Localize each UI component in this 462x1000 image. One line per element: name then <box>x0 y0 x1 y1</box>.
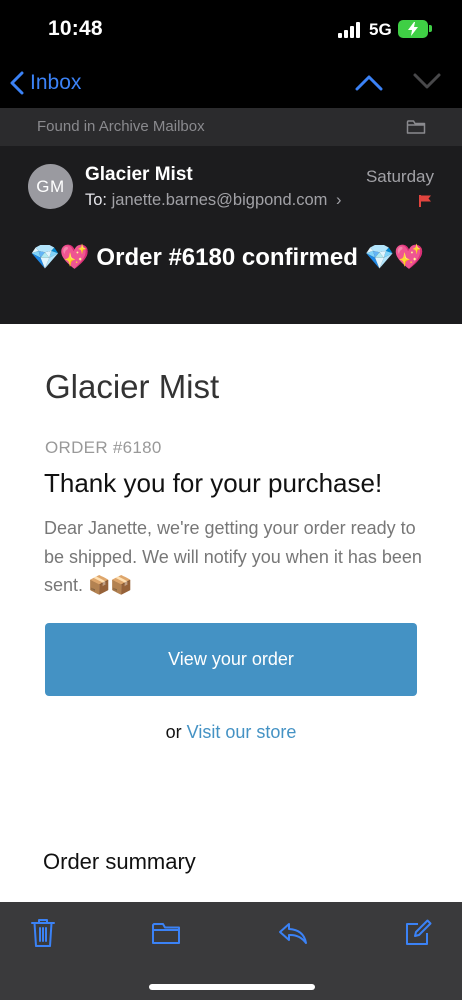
store-line: or Visit our store <box>0 722 462 743</box>
sender-name[interactable]: Glacier Mist <box>85 164 193 186</box>
order-summary-heading: Order summary <box>43 849 196 874</box>
archive-banner: Found in Archive Mailbox <box>0 108 462 146</box>
order-message: Dear Janette, we're getting your order r… <box>44 518 422 595</box>
recipient-address: janette.barnes@bigpond.com <box>111 191 328 209</box>
battery-tip <box>429 25 432 32</box>
mail-body: Glacier Mist ORDER #6180 Thank you for y… <box>0 324 462 902</box>
mail-date: Saturday <box>365 167 434 186</box>
store-prefix: or <box>165 722 182 742</box>
mail-subject: 💎💖 Order #6180 confirmed 💎💖 <box>30 244 425 271</box>
trash-icon <box>31 919 55 947</box>
status-time: 10:48 <box>48 17 103 40</box>
view-order-button[interactable]: View your order <box>45 623 417 696</box>
shop-name: Glacier Mist <box>45 368 220 405</box>
back-to-inbox-button[interactable]: Inbox <box>10 68 81 98</box>
status-bar: 10:48 5G <box>0 0 462 60</box>
home-indicator[interactable] <box>149 984 315 990</box>
nav-bar: Inbox <box>0 60 462 108</box>
to-label: To: <box>85 191 108 209</box>
network-type: 5G <box>369 20 392 39</box>
thank-you-heading: Thank you for your purchase! <box>44 468 383 498</box>
chevron-down-icon <box>413 73 441 89</box>
next-message-button[interactable] <box>412 70 442 99</box>
order-number: ORDER #6180 <box>45 438 162 457</box>
compose-button[interactable] <box>404 919 432 952</box>
avatar[interactable]: GM <box>28 164 73 209</box>
archive-banner-text: Found in Archive Mailbox <box>37 118 205 135</box>
back-label: Inbox <box>30 71 82 94</box>
trash-button[interactable] <box>30 918 56 953</box>
visit-store-link[interactable]: Visit our store <box>187 722 297 742</box>
folder-icon[interactable] <box>406 119 426 140</box>
folder-icon <box>152 923 180 944</box>
signal-strength-icon <box>338 22 362 38</box>
chevron-up-icon <box>355 75 383 91</box>
previous-message-button[interactable] <box>354 70 384 99</box>
flag-icon <box>418 194 432 213</box>
chevron-left-icon <box>10 71 24 95</box>
reply-icon <box>279 923 307 944</box>
chevron-right-icon: › <box>336 191 342 209</box>
compose-icon <box>406 919 432 945</box>
battery-charging-icon <box>398 20 428 38</box>
mail-header: GM Glacier Mist To: janette.barnes@bigpo… <box>0 146 462 324</box>
move-to-folder-button[interactable] <box>151 921 181 950</box>
reply-button[interactable] <box>278 921 308 950</box>
recipient-line[interactable]: To: janette.barnes@bigpond.com › <box>85 191 342 210</box>
